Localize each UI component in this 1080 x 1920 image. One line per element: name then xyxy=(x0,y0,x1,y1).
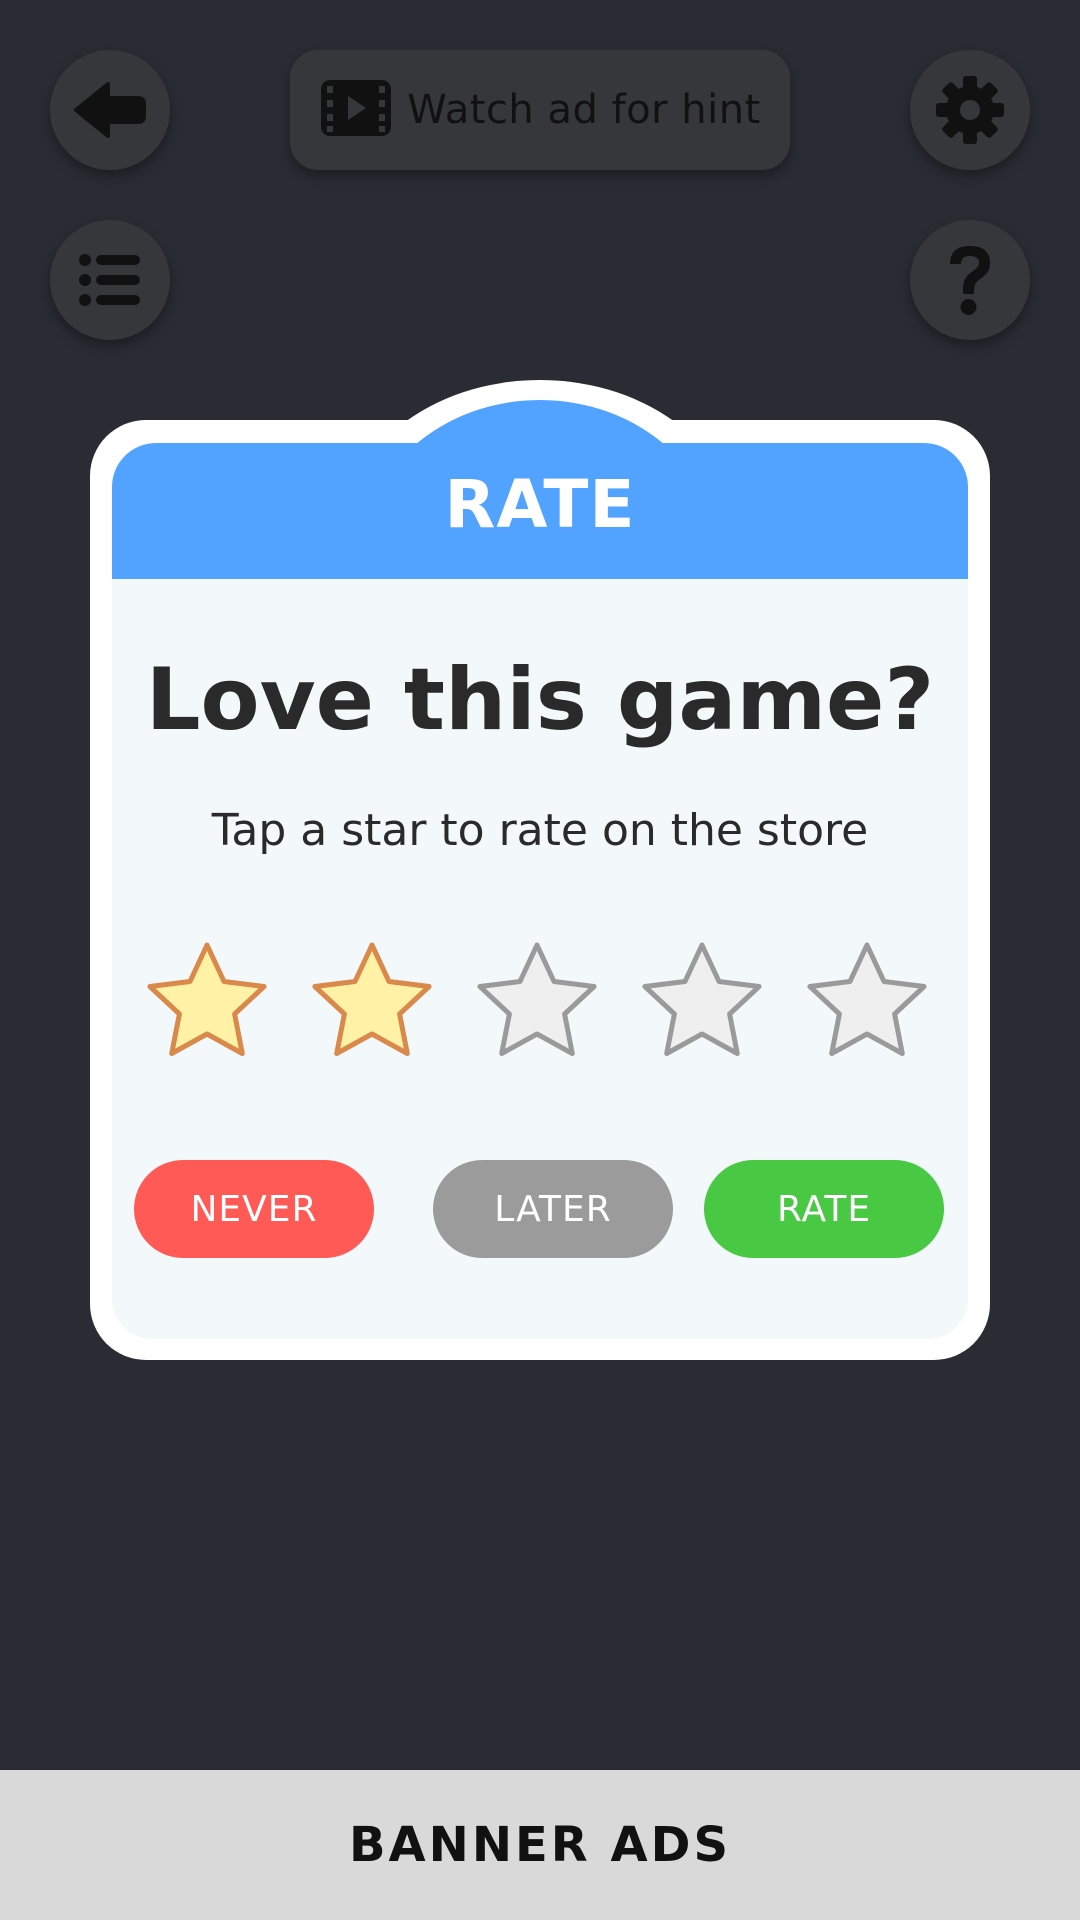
star-1-icon[interactable] xyxy=(140,935,274,1065)
star-5-icon[interactable] xyxy=(800,935,934,1065)
help-button[interactable] xyxy=(910,220,1030,340)
dialog-title: RATE xyxy=(444,466,636,543)
back-arrow-icon xyxy=(72,80,148,140)
star-rating xyxy=(112,935,968,1065)
dialog-subline: Tap a star to rate on the store xyxy=(211,805,869,856)
list-icon xyxy=(78,252,142,308)
hint-label: Watch ad for hint xyxy=(407,87,761,133)
rate-button[interactable]: RATE xyxy=(704,1160,944,1258)
video-icon xyxy=(319,78,393,142)
star-3-icon[interactable] xyxy=(470,935,604,1065)
never-button[interactable]: NEVER xyxy=(134,1160,374,1258)
settings-button[interactable] xyxy=(910,50,1030,170)
back-button[interactable] xyxy=(50,50,170,170)
levels-list-button[interactable] xyxy=(50,220,170,340)
question-icon xyxy=(942,242,998,318)
gear-icon xyxy=(934,74,1006,146)
later-button[interactable]: LATER xyxy=(433,1160,673,1258)
dialog-headline: Love this game? xyxy=(145,650,935,750)
star-2-icon[interactable] xyxy=(305,935,439,1065)
banner-label: BANNER ADS xyxy=(348,1817,732,1873)
banner-ad[interactable]: BANNER ADS xyxy=(0,1770,1080,1920)
watch-ad-hint-button[interactable]: Watch ad for hint xyxy=(290,50,790,170)
star-4-icon[interactable] xyxy=(635,935,769,1065)
